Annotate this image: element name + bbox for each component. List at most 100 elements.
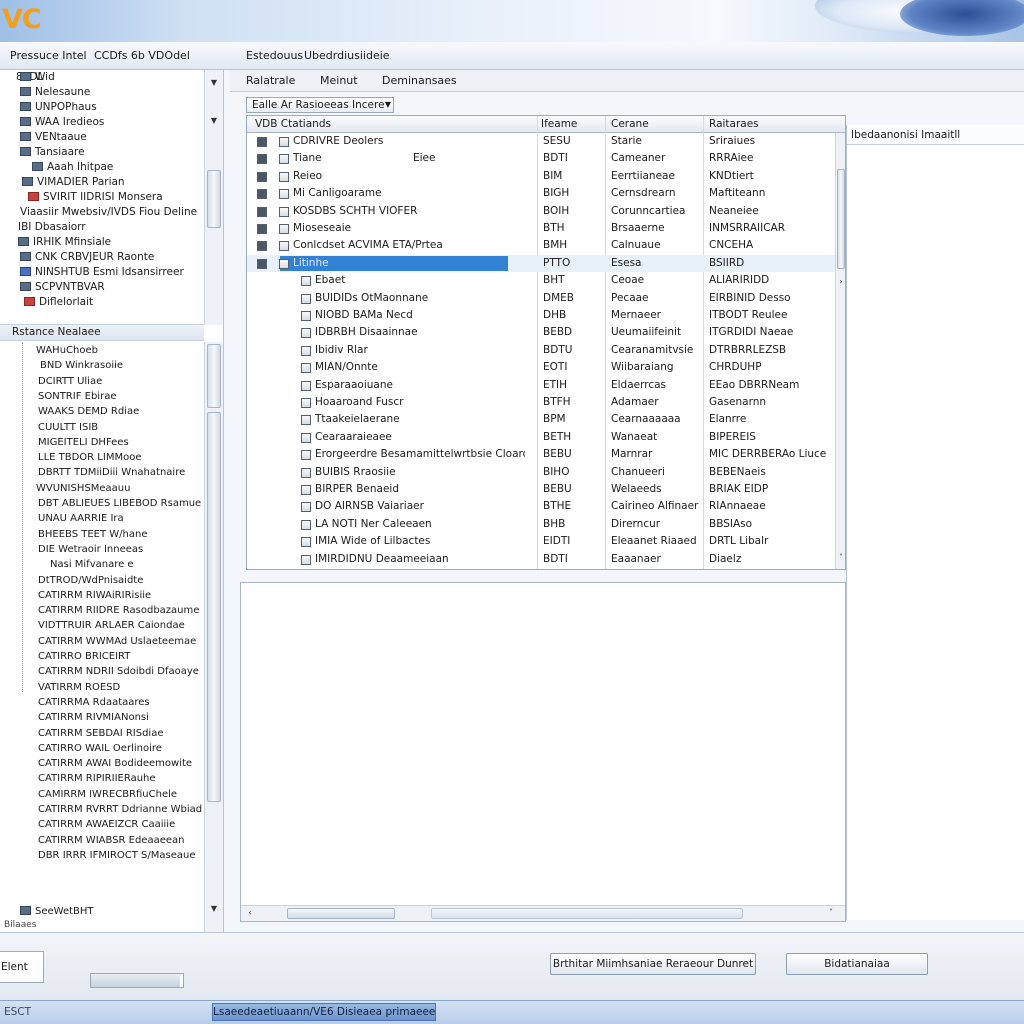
- tree-sub-item[interactable]: CATIRRM RIWAiRIRisiie: [38, 588, 151, 603]
- row-checkbox[interactable]: [257, 206, 267, 217]
- row-checkbox[interactable]: [279, 258, 289, 269]
- row-checkbox[interactable]: [301, 380, 311, 391]
- scroll-up-icon[interactable]: ▼: [205, 78, 223, 87]
- tree-sub-item[interactable]: DIE Wetraoir Inneeas: [38, 542, 143, 557]
- row-checkbox[interactable]: [301, 502, 311, 513]
- taskbar-start-label[interactable]: ESCT: [4, 1006, 31, 1018]
- menu-item-estedouus[interactable]: Estedouus: [246, 49, 303, 62]
- scroll-left-icon[interactable]: ‹: [245, 908, 255, 917]
- tree-sub-item[interactable]: BHEEBS TEET W/hane: [38, 527, 147, 542]
- table-row[interactable]: Ebaet BHT Ceoae ALIARIRIDD: [247, 272, 835, 289]
- tree-sub-item[interactable]: CATIRRO BRICEIRT: [38, 649, 130, 664]
- tab-meinut[interactable]: Meinut: [320, 74, 358, 87]
- row-checkbox[interactable]: [301, 415, 311, 426]
- table-row[interactable]: Mi Canligoarame BIGH Cernsdrearn Maftiteann: [247, 185, 835, 202]
- menu-item-ccdfs[interactable]: CCDfs 6b VDOdel: [94, 49, 190, 62]
- tree-sub-item[interactable]: DCIRTT Uliae: [38, 374, 102, 389]
- tree-sub-item[interactable]: UNAU AARRIE Ira: [38, 511, 124, 526]
- tree-sub-item[interactable]: CATIRRO WAIL Oerlinoire: [38, 741, 162, 756]
- tree-item[interactable]: VENtaaue: [20, 130, 87, 145]
- row-checkbox[interactable]: [257, 224, 267, 234]
- table-row[interactable]: CDRIVRE Deolers SESU Starie Sriraiues: [247, 133, 835, 150]
- row-checkbox[interactable]: [257, 258, 267, 269]
- row-checkbox[interactable]: [279, 206, 289, 217]
- scrollbar-thumb[interactable]: [207, 170, 221, 228]
- grid-scrollbar[interactable]: › ˅: [835, 133, 845, 569]
- row-checkbox[interactable]: [301, 398, 311, 408]
- col-header-id[interactable]: Ifeame: [541, 118, 577, 130]
- tree-sub-item[interactable]: CATIRRM AWAI Bodideemowite: [38, 756, 192, 771]
- tree-sub-item[interactable]: CATIRRM RIVMIANonsi: [38, 710, 149, 725]
- tree-item[interactable]: CNK CRBVJEUR Raonte: [20, 250, 154, 265]
- table-row[interactable]: LA NOTI Ner Caleeaen BHB Direrncur BBSIAso: [247, 516, 835, 533]
- row-checkbox[interactable]: [257, 154, 267, 165]
- table-row[interactable]: DO AIRNSB Vaiariaer BTHE Cairineo Alfinaer…: [247, 498, 835, 515]
- tree-sub-item[interactable]: BND Winkrasoiie: [40, 358, 123, 373]
- row-checkbox[interactable]: [279, 154, 289, 165]
- chevron-down-icon[interactable]: ˅: [836, 553, 845, 562]
- taskbar-active-app[interactable]: Lsaeedeaetiuaann/VE6 Disieaea primaeee: [212, 1003, 436, 1021]
- table-row[interactable]: BUIDIDs OtMaonnane DMEB Pecaae EIRBINID Des…: [247, 290, 835, 307]
- row-checkbox[interactable]: [301, 432, 311, 443]
- table-row[interactable]: IMIRDIDNU Deaameeiaan BDTI Eaaanaer Diaelz: [247, 551, 835, 568]
- tree-sub-item[interactable]: CUULTT ISIB: [38, 420, 98, 435]
- table-row[interactable]: Esparaaoiuane ETIH Eldaerrcas EEao DBRRNeam: [247, 377, 835, 394]
- tree-item[interactable]: NINSHTUB Esmi Idsansirreer: [20, 265, 184, 280]
- row-checkbox[interactable]: [301, 554, 311, 565]
- tree-sub-item[interactable]: CATIRRMA Rdaataares: [38, 695, 150, 710]
- scrollbar-thumb[interactable]: [287, 908, 395, 919]
- table-row[interactable]: Conlcdset ACVIMA ETA/Prteaoone BMH Calnuau…: [247, 237, 835, 254]
- row-checkbox[interactable]: [257, 171, 267, 182]
- table-row[interactable]: Ibidiv Rlar BDTU Cearanamitvsie DTRBRRLEZSB: [247, 342, 835, 359]
- table-row[interactable]: BUIBIS Rraosiie BIHO Chanueeri BEBENaeis: [247, 464, 835, 481]
- table-row[interactable]: NIOBD BAMa Necd DHB Mernaeer ITBODT Reulee: [247, 307, 835, 324]
- col-header-name[interactable]: VDB Ctatiands: [255, 118, 331, 130]
- table-row[interactable]: IMIA Wide of Lilbactes EIDTI Eleaanet Riaa…: [247, 533, 835, 550]
- tree-item[interactable]: UNPOPhaus: [20, 100, 97, 115]
- tab-ralatrale[interactable]: Ralatrale: [246, 74, 295, 87]
- tree-sub-item[interactable]: CATIRRM AWAEIZCR Caaiiie: [38, 817, 175, 832]
- tree-sub-item[interactable]: Nasi Mifvanare e: [50, 557, 134, 572]
- row-checkbox[interactable]: [301, 328, 311, 339]
- row-checkbox[interactable]: [279, 241, 289, 252]
- tree-sub-item[interactable]: VIDTTRUIR ARLAER Caiondae: [38, 618, 185, 633]
- table-row[interactable]: Ttaakeielaerane BPM Cearnaaaaaa Elanrre: [247, 411, 835, 428]
- tree-sub-item[interactable]: DBT ABLIEUES LIBEBOD Rsamue: [38, 496, 201, 511]
- tree-sub-item[interactable]: CATIRRM RIIDRE Rasodbazaume: [38, 603, 199, 618]
- row-checkbox[interactable]: [301, 363, 311, 374]
- tree-sub-item[interactable]: DBR IRRR IFMIROCT S/Maseaue: [38, 848, 195, 863]
- row-checkbox[interactable]: [279, 137, 289, 147]
- detail-hscrollbar[interactable]: ‹ ˅: [241, 905, 845, 921]
- scroll-down-icon[interactable]: ▼: [205, 904, 223, 913]
- tree-sub-item[interactable]: CATIRRM WWMAd Uslaeteemae: [38, 634, 196, 649]
- row-checkbox[interactable]: [301, 276, 311, 287]
- menu-item-pressuce[interactable]: Pressuce Intel: [10, 49, 87, 62]
- table-row[interactable]: Reieo BIM Eerrtiianeae KNDtiert: [247, 168, 835, 185]
- tree-item[interactable]: IBI Dbasaiorr: [18, 220, 86, 235]
- tree-item[interactable]: Tansiaare: [20, 145, 85, 160]
- tree-item[interactable]: Diflelorlait: [24, 295, 93, 310]
- table-row[interactable]: Cearaaraieaee BETH Wanaeat BIPEREIS: [247, 429, 835, 446]
- tree-item[interactable]: Wid: [20, 70, 55, 85]
- tree-item[interactable]: IRHIK Mfinsiale: [18, 235, 111, 250]
- tree-item[interactable]: VIMADIER Parian: [22, 175, 125, 190]
- row-checkbox[interactable]: [301, 537, 311, 548]
- col-header-c3[interactable]: Cerane: [611, 118, 649, 130]
- tree-last-item[interactable]: SeeWetBHT: [20, 906, 94, 917]
- table-row[interactable]: Litinhe PTTO Esesa BSIIRD: [247, 254, 835, 272]
- chevron-right-icon[interactable]: ›: [836, 277, 845, 286]
- action-button[interactable]: Brthitar Miimhsaniae Reraeour Dunret: [550, 953, 756, 975]
- row-checkbox[interactable]: [257, 189, 267, 200]
- row-checkbox[interactable]: [257, 137, 267, 147]
- tree-section-header[interactable]: Rstance Nealaee: [0, 324, 204, 341]
- tree-item[interactable]: Aaah Ihitpae: [32, 160, 113, 175]
- col-header-c4[interactable]: Raitaraes: [709, 118, 759, 130]
- tree-item[interactable]: Viaasiir Mwebsiv/IVDS Fiou Deline: [20, 205, 197, 220]
- row-checkbox[interactable]: [301, 311, 311, 321]
- row-checkbox[interactable]: [279, 189, 289, 200]
- row-checkbox[interactable]: [301, 450, 311, 461]
- tree-sub-item[interactable]: CATIRRM NDRII Sdoibdi Dfaoaye: [38, 664, 199, 679]
- tree-sub-item[interactable]: VATIRRM ROESD: [38, 680, 120, 695]
- tree-sub-item[interactable]: CATIRRM SEBDAI RISdiae: [38, 726, 163, 741]
- row-checkbox[interactable]: [279, 224, 289, 234]
